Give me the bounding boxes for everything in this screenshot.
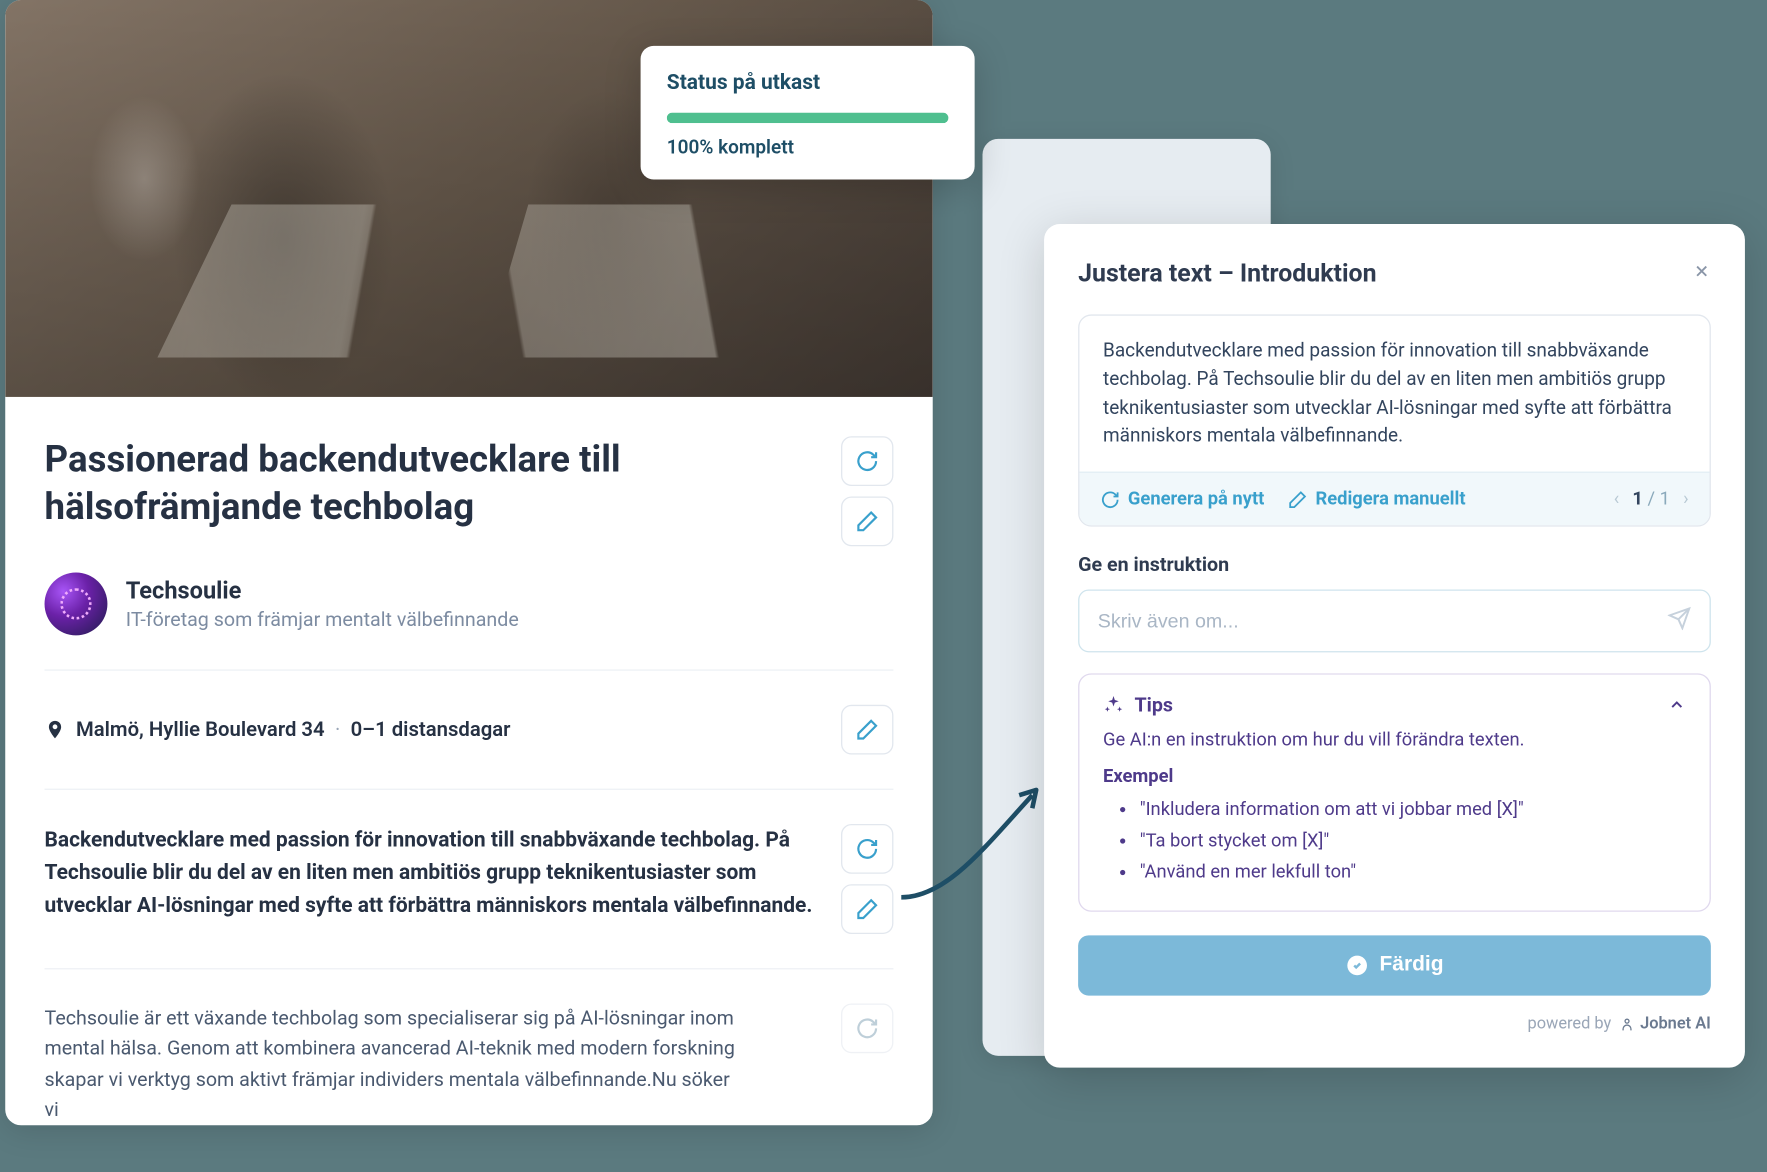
pager-next[interactable]: › bbox=[1683, 489, 1689, 510]
divider bbox=[45, 789, 894, 790]
done-button[interactable]: Färdig bbox=[1078, 936, 1711, 996]
pencil-icon bbox=[855, 718, 879, 742]
send-button[interactable] bbox=[1668, 607, 1692, 636]
refresh-icon bbox=[855, 837, 879, 861]
pager-prev[interactable]: ‹ bbox=[1614, 489, 1620, 510]
job-title: Passionerad backendutvecklare till hälso… bbox=[45, 436, 821, 531]
ai-adjust-text-panel: Justera text – Introduktion Backendutvec… bbox=[1044, 224, 1745, 1068]
generated-text: Backendutvecklare med passion för innova… bbox=[1079, 316, 1709, 472]
tips-examples-list: "Inkludera information om att vi jobbar … bbox=[1103, 797, 1686, 887]
tips-toggle[interactable]: Tips bbox=[1103, 693, 1686, 717]
instruction-input-wrap[interactable] bbox=[1078, 590, 1711, 653]
edit-intro-button[interactable] bbox=[841, 884, 893, 934]
refresh-icon bbox=[1100, 489, 1120, 509]
jobnet-logo-icon bbox=[1619, 1016, 1635, 1032]
tips-box: Tips Ge AI:n en instruktion om hur du vi… bbox=[1078, 673, 1711, 912]
tips-example-item: "Inkludera information om att vi jobbar … bbox=[1140, 797, 1686, 825]
pencil-icon bbox=[855, 510, 879, 534]
check-circle-icon bbox=[1345, 954, 1369, 978]
divider bbox=[45, 968, 894, 969]
edit-manually-link[interactable]: Redigera manuellt bbox=[1288, 489, 1466, 510]
regenerate-link[interactable]: Generera på nytt bbox=[1100, 489, 1264, 510]
tips-example-item: "Använd en mer lekfull ton" bbox=[1140, 859, 1686, 887]
send-icon bbox=[1668, 607, 1692, 631]
close-button[interactable] bbox=[1693, 259, 1711, 287]
status-progress-fill bbox=[667, 113, 949, 123]
generated-text-box: Backendutvecklare med passion för innova… bbox=[1078, 314, 1711, 526]
refresh-icon bbox=[855, 1017, 879, 1041]
pencil-icon bbox=[1288, 489, 1308, 509]
company-tagline: IT-företag som främjar mentalt välbefinn… bbox=[126, 607, 519, 631]
powered-by: powered by Jobnet AI bbox=[1078, 1015, 1711, 1035]
status-title: Status på utkast bbox=[667, 69, 949, 94]
refresh-icon bbox=[855, 449, 879, 473]
generation-pager: ‹ 1 / 1 › bbox=[1614, 489, 1689, 510]
instruction-label: Ge en instruktion bbox=[1078, 553, 1711, 577]
instruction-input[interactable] bbox=[1098, 610, 1668, 632]
job-intro-text: Backendutvecklare med passion för innova… bbox=[45, 824, 821, 921]
edit-title-button[interactable] bbox=[841, 496, 893, 546]
pencil-icon bbox=[855, 897, 879, 921]
sparkles-icon bbox=[1103, 694, 1124, 715]
regenerate-title-button[interactable] bbox=[841, 436, 893, 486]
status-percent-label: 100% komplett bbox=[667, 136, 949, 158]
divider bbox=[45, 669, 894, 670]
ai-panel-title: Justera text – Introduktion bbox=[1078, 258, 1376, 288]
close-icon bbox=[1693, 262, 1711, 280]
company-logo bbox=[45, 572, 108, 635]
map-pin-icon bbox=[45, 719, 66, 740]
tips-example-item: "Ta bort stycket om [X]" bbox=[1140, 828, 1686, 856]
tips-body-text: Ge AI:n en instruktion om hur du vill fö… bbox=[1103, 730, 1524, 751]
regenerate-intro-button[interactable] bbox=[841, 824, 893, 874]
job-location: Malmö, Hyllie Boulevard 34 · 0–1 distans… bbox=[45, 718, 511, 742]
chevron-up-icon bbox=[1668, 696, 1686, 714]
tips-examples-label: Exempel bbox=[1103, 763, 1686, 791]
regenerate-description-button[interactable] bbox=[841, 1003, 893, 1053]
edit-location-button[interactable] bbox=[841, 705, 893, 755]
draft-status-card: Status på utkast 100% komplett bbox=[641, 46, 975, 180]
status-progress-bar bbox=[667, 113, 949, 123]
job-description-text: Techsoulie är ett växande techbolag som … bbox=[45, 1003, 821, 1125]
company-name: Techsoulie bbox=[126, 577, 519, 605]
